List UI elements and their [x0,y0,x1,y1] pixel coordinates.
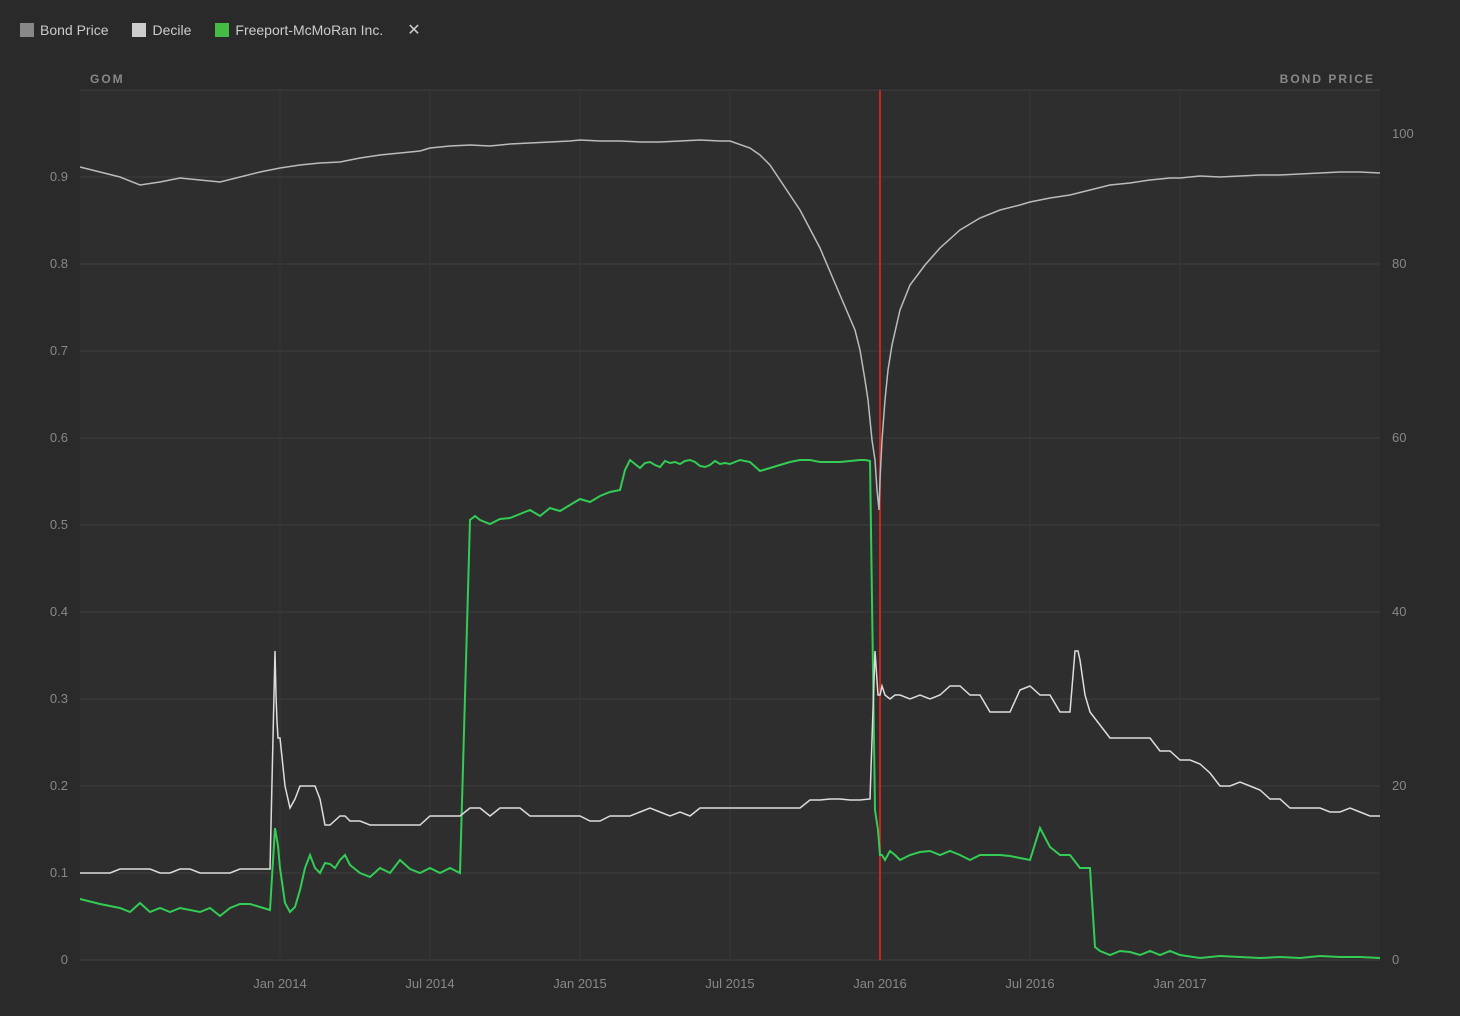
y-right-label-20: 20 [1392,778,1406,793]
x-label-jul2015: Jul 2015 [705,976,754,991]
x-label-jan2017: Jan 2017 [1153,976,1207,991]
x-label-jan2016: Jan 2016 [853,976,907,991]
y-label-03: 0.3 [50,691,68,706]
gom-label: GOM [90,72,125,86]
y-right-label-80: 80 [1392,256,1406,271]
y-right-label-0: 0 [1392,952,1399,967]
y-right-label-40: 40 [1392,604,1406,619]
bond-price-axis-label: BOND PRICE [1280,72,1375,86]
y-label-01: 0.1 [50,865,68,880]
y-label-05: 0.5 [50,517,68,532]
y-label-04: 0.4 [50,604,68,619]
chart-container: Bond Price Decile Freeport-McMoRan Inc. … [0,0,1460,1016]
chart-svg: 0 0.1 0.2 0.3 0.4 0.5 0.6 0.7 0.8 0.9 0 … [0,0,1460,1016]
x-label-jan2014: Jan 2014 [253,976,307,991]
y-label-0: 0 [61,952,68,967]
y-label-09: 0.9 [50,169,68,184]
y-label-08: 0.8 [50,256,68,271]
x-label-jul2014: Jul 2014 [405,976,454,991]
y-label-06: 0.6 [50,430,68,445]
x-label-jan2015: Jan 2015 [553,976,607,991]
x-label-jul2016: Jul 2016 [1005,976,1054,991]
y-right-label-60: 60 [1392,430,1406,445]
y-right-label-100: 100 [1392,126,1414,141]
y-label-07: 0.7 [50,343,68,358]
y-label-02: 0.2 [50,778,68,793]
